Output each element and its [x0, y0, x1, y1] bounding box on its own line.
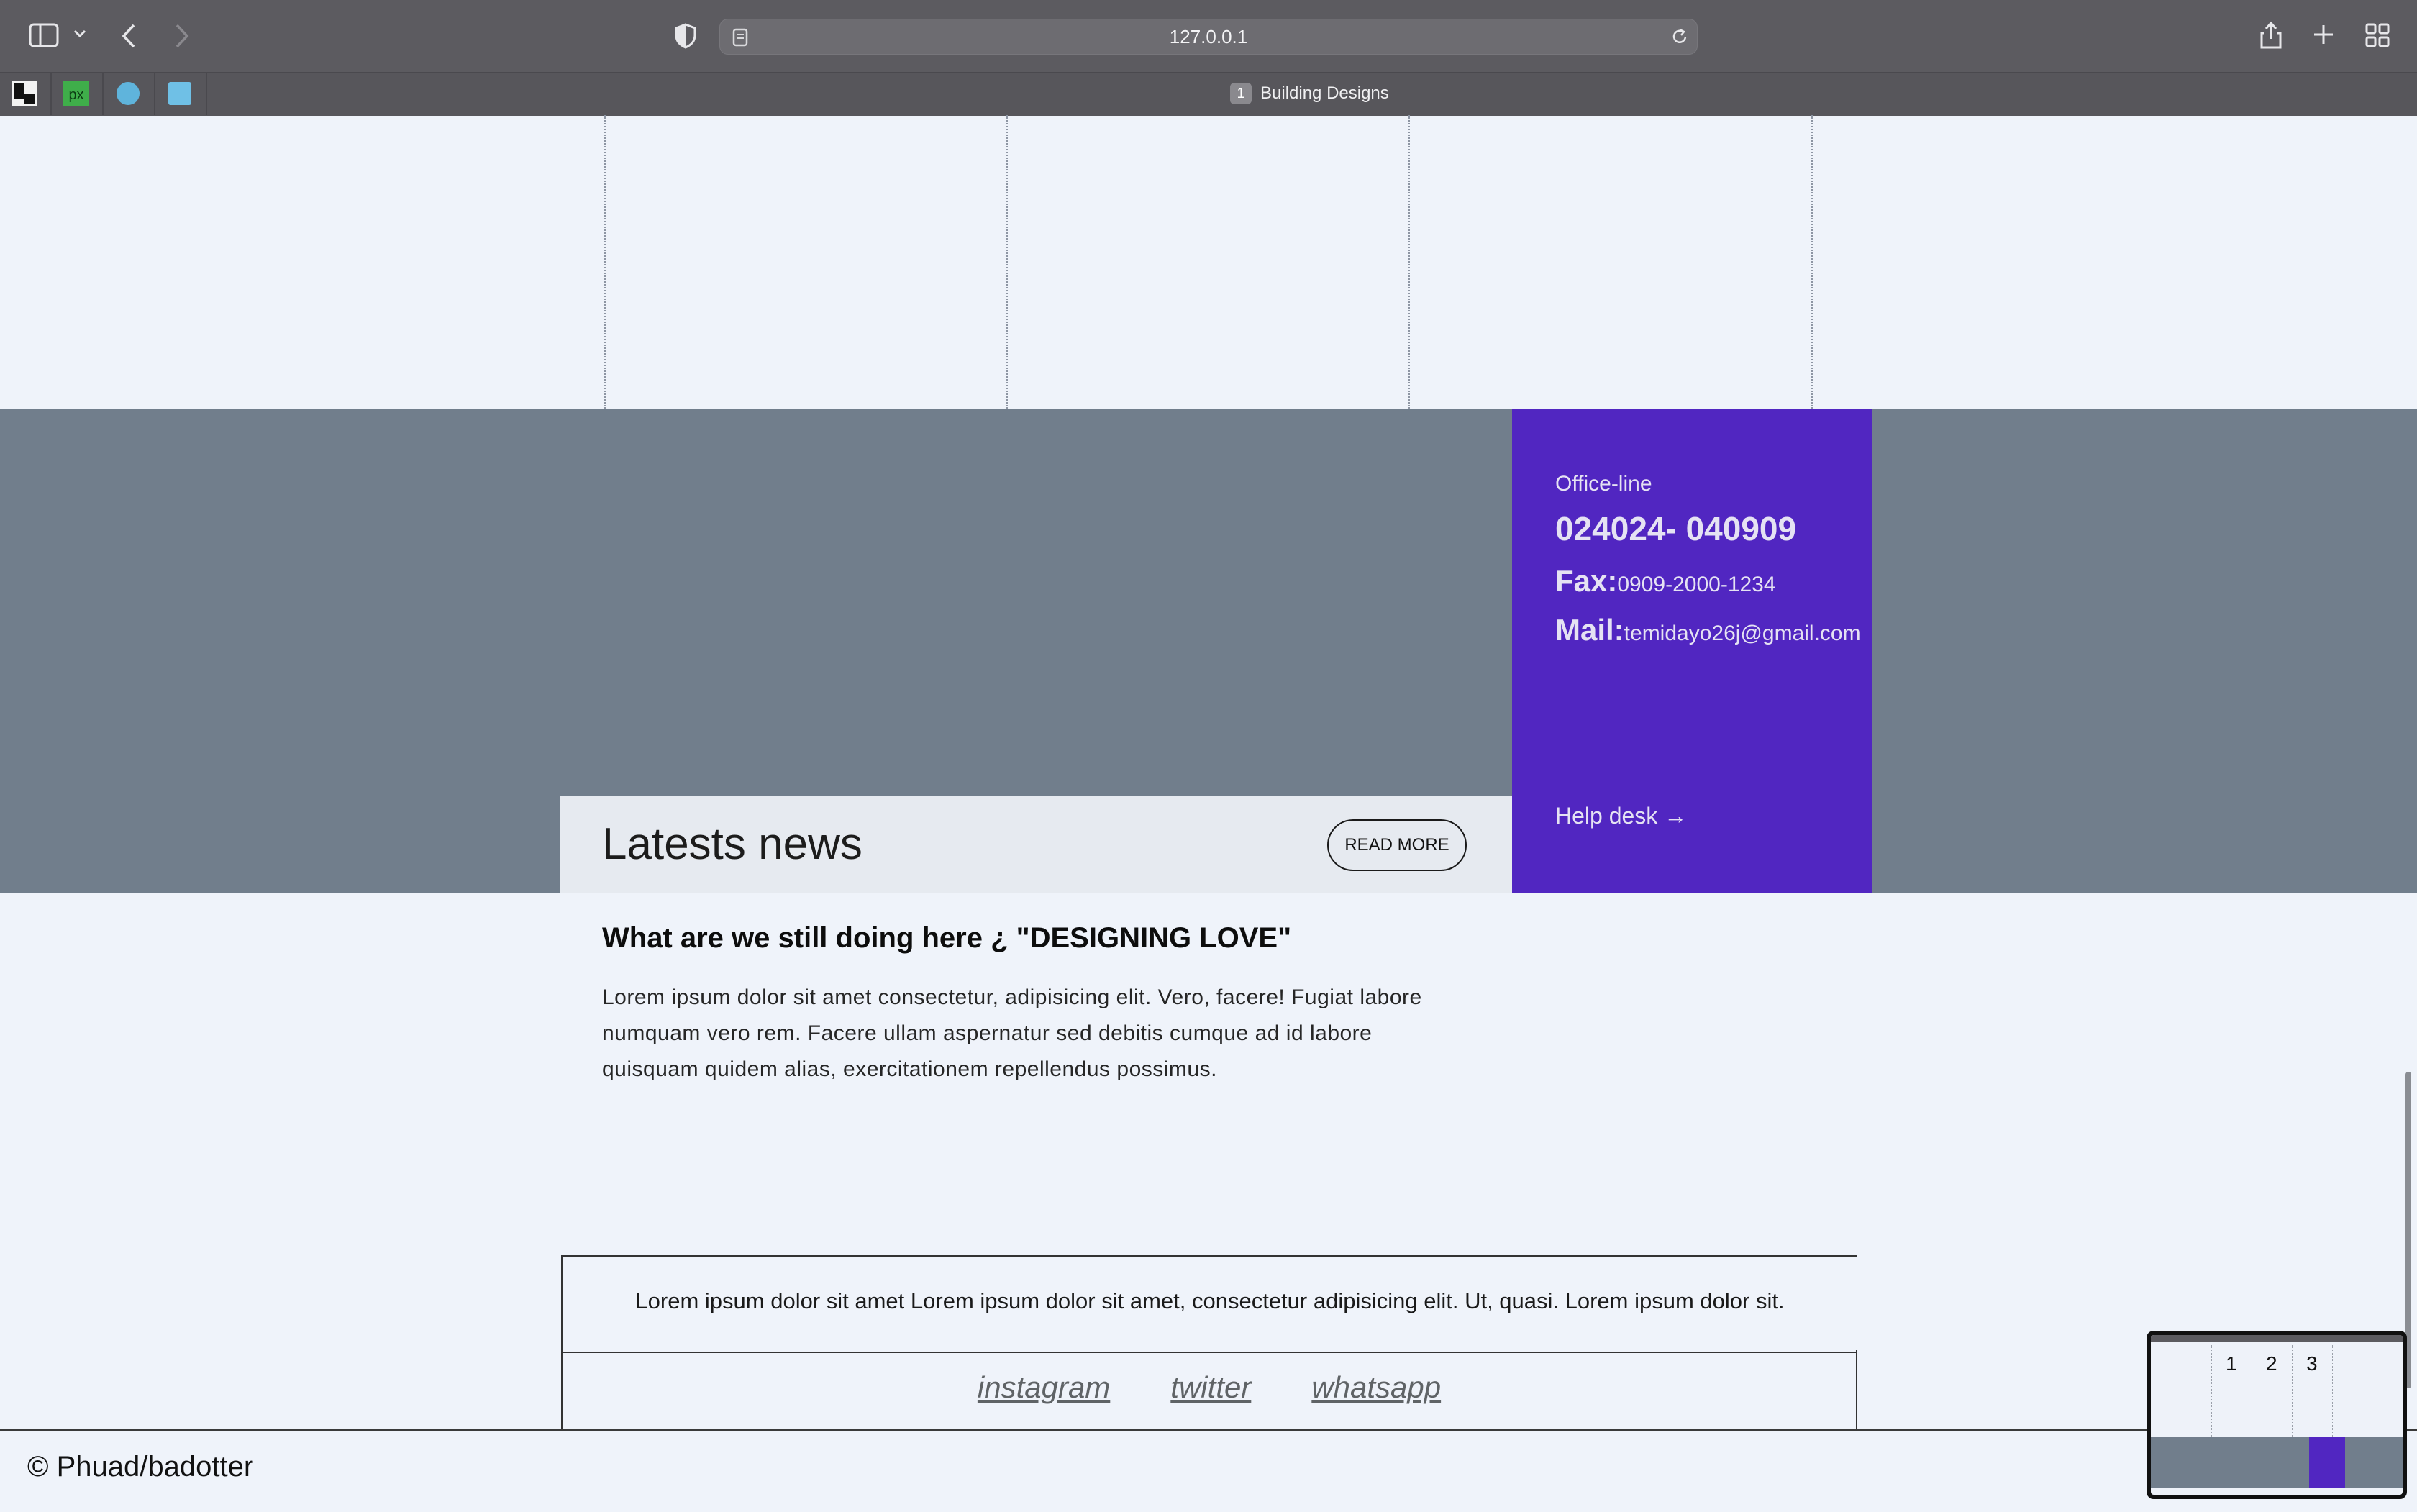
minimap-grid-line: [2292, 1345, 2294, 1437]
shield-icon[interactable]: [675, 23, 696, 49]
minimap-number: 1: [2226, 1352, 2237, 1375]
read-more-button[interactable]: READ MORE: [1327, 819, 1467, 871]
help-desk-link[interactable]: Help desk →: [1555, 803, 1687, 829]
reload-icon[interactable]: [1670, 27, 1689, 46]
back-icon[interactable]: [121, 23, 137, 49]
share-icon[interactable]: [2259, 20, 2283, 49]
copyright-text: © Phuad/badotter: [27, 1451, 254, 1483]
page-minimap[interactable]: 1 2 3: [2147, 1331, 2407, 1499]
active-tab[interactable]: 1 Building Designs: [1230, 72, 1389, 115]
office-line-label: Office-line: [1555, 472, 1652, 496]
quote-box: Lorem ipsum dolor sit amet Lorem ipsum d…: [561, 1255, 1857, 1353]
mail-info: Mail:temidayo26j@gmail.com: [1555, 613, 1861, 647]
browser-toolbar: 127.0.0.1: [0, 0, 2417, 72]
extension-divider: [102, 72, 104, 115]
social-links: instagram twitter whatsapp: [563, 1370, 1856, 1405]
minimap-number: 3: [2306, 1352, 2318, 1375]
circle-extension-icon[interactable]: [115, 81, 141, 106]
tab-overview-icon[interactable]: [2365, 23, 2390, 47]
twitter-link[interactable]: twitter: [1170, 1370, 1251, 1405]
grid-column-line: [1811, 115, 1813, 409]
forward-icon[interactable]: [174, 23, 190, 49]
minimap-grid-line: [2332, 1345, 2334, 1437]
address-bar[interactable]: 127.0.0.1: [719, 19, 1698, 55]
new-tab-icon[interactable]: [2312, 23, 2335, 46]
minimap-grid-line: [2211, 1345, 2213, 1437]
chevron-down-icon[interactable]: [73, 29, 86, 39]
mail-label: Mail:: [1555, 613, 1624, 647]
sidebar-icon[interactable]: [29, 23, 59, 47]
url-text[interactable]: 127.0.0.1: [719, 19, 1698, 55]
tab-bar: [0, 72, 2417, 116]
tab-badge: 1: [1230, 83, 1252, 104]
minimap-number: 2: [2266, 1352, 2277, 1375]
fax-info: Fax:0909-2000-1234: [1555, 564, 1776, 598]
quote-text: Lorem ipsum dolor sit amet Lorem ipsum d…: [635, 1288, 1785, 1313]
minimap-grid-line: [2252, 1345, 2254, 1437]
social-links-box: instagram twitter whatsapp: [561, 1350, 1857, 1429]
mail-value: temidayo26j@gmail.com: [1624, 621, 1861, 645]
grid-column-line: [1006, 115, 1008, 409]
news-header: Latests news READ MORE: [560, 796, 1512, 893]
phone-number: 024024- 040909: [1555, 510, 1797, 547]
checker-extension-icon[interactable]: [12, 81, 37, 106]
extension-divider: [154, 72, 155, 115]
minimap-contact-panel: [2309, 1437, 2345, 1488]
extension-divider: [206, 72, 207, 115]
tab-title: Building Designs: [1260, 83, 1389, 103]
whatsapp-link[interactable]: whatsapp: [1311, 1370, 1441, 1405]
square-extension-icon[interactable]: [167, 81, 193, 106]
fax-value: 0909-2000-1234: [1617, 573, 1776, 596]
svg-text:px: px: [68, 87, 83, 103]
article-title: What are we still doing here ¿ "DESIGNIN…: [602, 922, 1292, 954]
article-body: Lorem ipsum dolor sit amet consectetur, …: [602, 985, 1422, 1081]
minimap-hero-band: [2151, 1437, 2403, 1488]
fax-label: Fax:: [1555, 564, 1618, 598]
grid-column-line: [604, 115, 606, 409]
minimap-toolbar: [2151, 1335, 2403, 1342]
extension-divider: [50, 72, 52, 115]
grid-column-line: [1408, 115, 1410, 409]
pixel-extension-icon[interactable]: px: [63, 81, 89, 106]
instagram-link[interactable]: instagram: [978, 1370, 1110, 1405]
contact-panel: Office-line 024024- 040909 Fax:0909-2000…: [1512, 409, 1872, 893]
news-heading: Latests news: [602, 819, 862, 869]
footer: © Phuad/badotter: [0, 1429, 2417, 1512]
